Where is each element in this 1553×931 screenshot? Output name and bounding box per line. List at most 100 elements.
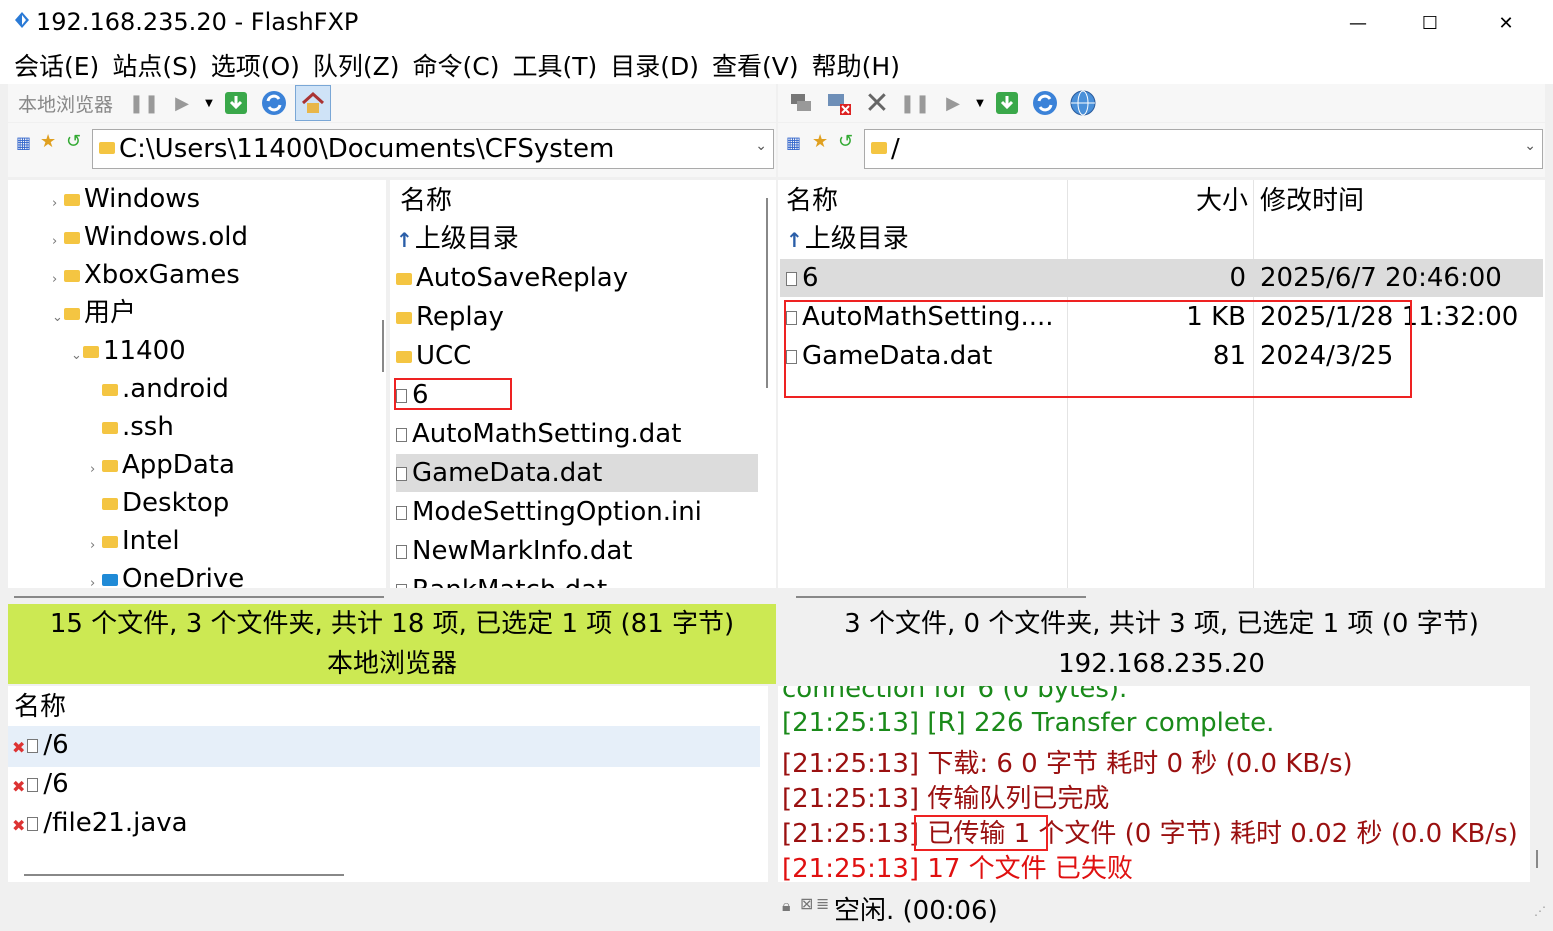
tree-item[interactable]: › AppData [90, 446, 235, 489]
tree-item[interactable]: › OneDrive [90, 560, 244, 588]
folder-icon [102, 422, 118, 434]
tree-toggle-icon[interactable]: ▦ [16, 133, 31, 152]
remote-file-row[interactable]: ↑上级目录 [780, 220, 1543, 258]
disconnect-icon[interactable] [822, 86, 856, 120]
tree-scrollbar[interactable] [382, 320, 384, 372]
abort-icon[interactable]: ✕ [860, 86, 894, 121]
file-name-cell: ↑上级目录 [786, 220, 909, 259]
tree-item[interactable]: ⌄ 用户 [52, 294, 136, 337]
menu-queue[interactable]: 队列(Z) [313, 47, 400, 83]
connect-icon[interactable] [784, 86, 818, 120]
tree-item[interactable]: › Windows [52, 180, 200, 223]
queue-item[interactable]: ✖ /6 [8, 765, 760, 806]
file-list-item[interactable]: AutoMathSetting.dat [396, 415, 758, 453]
menu-tools[interactable]: 工具(T) [513, 47, 598, 83]
refresh-download-icon[interactable] [990, 86, 1024, 120]
tree-item[interactable]: ⌄ 11400 [71, 332, 186, 375]
queue-item[interactable]: ✖ /6 [8, 726, 760, 767]
resize-grip-icon[interactable]: ⋰ [1534, 904, 1546, 918]
parent-dir-icon: ↑ [786, 228, 803, 252]
menu-view[interactable]: 查看(V) [712, 47, 799, 83]
session-log: connection for 6 (0 bytes). [21:25:13] [R… [778, 686, 1530, 882]
dropdown-arrow-icon[interactable]: ▼ [203, 86, 215, 120]
maximize-button[interactable]: ☐ [1400, 4, 1460, 42]
remote-path-input[interactable]: / ⌄ [864, 129, 1543, 169]
transfer-mode-icon: ⊠ [800, 894, 814, 913]
file-list-item[interactable]: RankMatch.dat [396, 571, 758, 588]
refresh-icon[interactable] [1028, 86, 1062, 120]
lock-icon: 🔒︎ [782, 896, 791, 915]
favorites-star-icon[interactable]: ★ [40, 131, 56, 152]
remote-status-panel: 3 个文件, 0 个文件夹, 共计 3 项, 已选定 1 项 (0 字节) 19… [778, 604, 1545, 684]
tree-toggle-icon[interactable]: ▦ [786, 133, 801, 152]
menu-directory[interactable]: 目录(D) [610, 47, 699, 83]
local-list-scrollbar[interactable] [766, 198, 768, 388]
home-icon[interactable] [295, 85, 332, 121]
tree-item[interactable]: Desktop [90, 484, 229, 522]
pause-icon[interactable]: ❚❚ [898, 86, 932, 120]
queue-header-name[interactable]: 名称 [14, 688, 66, 726]
folder-icon [83, 346, 99, 358]
tree-item[interactable]: › XboxGames [52, 256, 240, 299]
close-button[interactable]: ✕ [1476, 4, 1536, 42]
failed-icon: ✖ [12, 738, 26, 757]
play-icon[interactable]: ▶ [936, 86, 970, 120]
history-back-icon[interactable]: ↺ [838, 131, 853, 152]
remote-file-list: 名称 ˄ 大小 修改时间 ↑上级目录 6 0 2025/6/7 20:46:00 Aut… [778, 180, 1545, 588]
log-scrollbar[interactable] [1536, 850, 1538, 868]
log-line: connection for 6 (0 bytes). [782, 686, 1128, 704]
queue-item[interactable]: ✖ /file21.java [8, 804, 760, 845]
tree-item[interactable]: .ssh [90, 408, 174, 446]
menu-sites[interactable]: 站点(S) [112, 47, 197, 83]
tree-item[interactable]: › Windows.old [52, 218, 248, 261]
queue-item-path: /6 [43, 769, 69, 799]
file-list-item[interactable]: GameData.dat [396, 454, 758, 492]
column-header-size[interactable]: 大小 [1068, 182, 1248, 220]
file-list-item[interactable]: Replay [396, 298, 758, 336]
file-list-item[interactable]: NewMarkInfo.dat [396, 532, 758, 570]
chevron-down-icon[interactable]: ⌄ [71, 337, 83, 375]
title-bar: 192.168.235.20 - FlashFXP — ☐ ✕ [0, 0, 1553, 46]
column-header-mtime[interactable]: 修改时间 [1260, 182, 1364, 220]
chevron-down-icon[interactable]: ⌄ [1524, 138, 1536, 154]
tree-item-label: Windows [84, 184, 201, 214]
file-list-item[interactable]: UCC [396, 337, 758, 375]
remote-list-hscroll[interactable] [796, 596, 1086, 598]
remote-file-row[interactable]: 6 0 2025/6/7 20:46:00 [780, 259, 1543, 297]
history-back-icon[interactable]: ↺ [66, 131, 81, 152]
tree-item-label: 用户 [84, 298, 137, 328]
file-name: 6 [802, 263, 819, 293]
file-icon [396, 506, 407, 520]
file-list-item[interactable]: ↑上级目录 [396, 220, 758, 259]
dropdown-arrow-icon[interactable]: ▼ [974, 86, 986, 120]
minimize-button[interactable]: — [1328, 4, 1388, 42]
favorites-star-icon[interactable]: ★ [812, 131, 828, 152]
refresh-icon[interactable] [257, 86, 291, 120]
chevron-right-icon[interactable]: › [90, 565, 102, 588]
queue-hscroll[interactable] [24, 874, 344, 876]
pause-icon[interactable]: ❚❚ [127, 86, 161, 120]
refresh-download-icon[interactable] [219, 86, 253, 120]
local-tree-hscroll[interactable] [14, 596, 384, 598]
bottom-status-bar: 🔒︎ ⊠ ≣ 空闲. (00:06) ⋰ [0, 884, 1553, 931]
chevron-down-icon[interactable]: ⌄ [52, 299, 64, 337]
file-list-item[interactable]: AutoSaveReplay [396, 259, 758, 297]
menu-options[interactable]: 选项(O) [211, 47, 300, 83]
file-list-item[interactable]: ModeSettingOption.ini [396, 493, 758, 531]
menu-session[interactable]: 会话(E) [14, 47, 99, 83]
play-icon[interactable]: ▶ [165, 86, 199, 120]
menu-commands[interactable]: 命令(C) [413, 47, 500, 83]
menu-help[interactable]: 帮助(H) [812, 47, 900, 83]
chevron-down-icon[interactable]: ⌄ [755, 138, 767, 154]
column-header-name[interactable]: 名称 [400, 182, 452, 220]
file-name: ModeSettingOption.ini [412, 497, 702, 527]
local-address-bar: ▦ ★ ↺ C:\Users\11400\Documents\CFSystem … [8, 123, 776, 177]
tree-item[interactable]: › Intel [90, 522, 180, 565]
tree-item[interactable]: .android [90, 370, 229, 408]
queue-item-path: /6 [43, 730, 69, 760]
folder-icon [396, 273, 412, 285]
remote-toolbar: ✕ ❚❚ ▶ ▼ [778, 84, 1545, 122]
globe-icon[interactable] [1066, 86, 1100, 120]
column-header-name[interactable]: 名称 [786, 182, 838, 220]
local-path-input[interactable]: C:\Users\11400\Documents\CFSystem ⌄ [92, 129, 774, 169]
